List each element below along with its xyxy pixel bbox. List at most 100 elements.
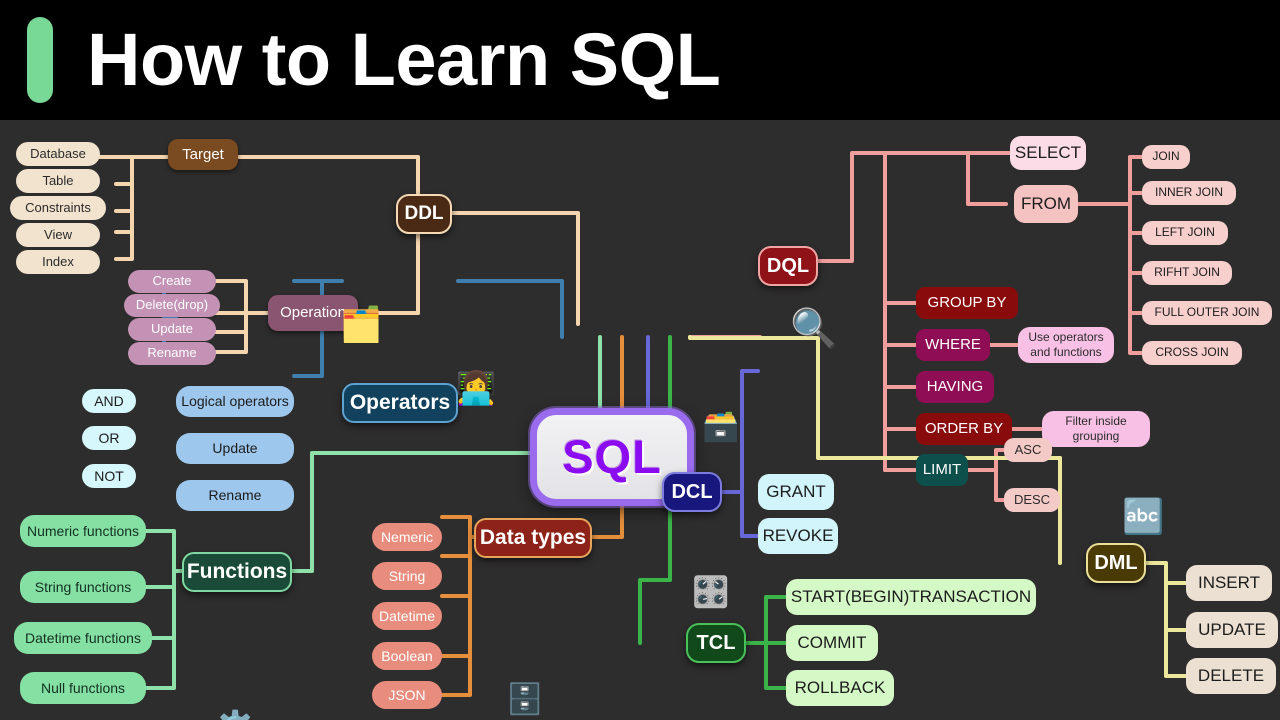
- node-asc[interactable]: ASC: [1004, 438, 1052, 462]
- note-where: Use operators and functions: [1018, 327, 1114, 363]
- branch-dcl[interactable]: DCL: [662, 472, 722, 512]
- node-right-join[interactable]: RIFHT JOIN: [1142, 261, 1232, 285]
- header-accent-bar: [27, 17, 53, 103]
- node-where[interactable]: WHERE: [916, 329, 990, 361]
- node-update-operators[interactable]: Update: [176, 433, 294, 464]
- node-update-operators-label: Update: [212, 440, 258, 457]
- node-grant[interactable]: GRANT: [758, 474, 834, 510]
- branch-dcl-label: DCL: [671, 480, 713, 503]
- node-full-outer-join[interactable]: FULL OUTER JOIN: [1142, 301, 1272, 325]
- settings-sliders-icon: 🎛️: [692, 576, 730, 609]
- gear-chart-wrench-icon: ⚙️: [214, 712, 256, 720]
- node-view[interactable]: View: [16, 223, 100, 247]
- node-constraints-label: Constraints: [25, 199, 91, 215]
- node-rename-operators[interactable]: Rename: [176, 480, 294, 511]
- two-people-laptop-icon: 👩‍💻: [456, 370, 496, 406]
- node-table[interactable]: Table: [16, 169, 100, 193]
- node-logical-operators-label: Logical operators: [181, 393, 289, 410]
- node-from-label: FROM: [1020, 194, 1072, 214]
- node-numeric-functions[interactable]: Numeric functions: [20, 515, 146, 547]
- node-delete-drop-label: Delete(drop): [135, 297, 209, 313]
- node-limit[interactable]: LIMIT: [916, 454, 968, 486]
- node-select[interactable]: SELECT: [1010, 136, 1086, 170]
- branch-tcl[interactable]: TCL: [686, 623, 746, 663]
- branch-target[interactable]: Target: [168, 139, 238, 170]
- node-full-outer-join-label: FULL OUTER JOIN: [1154, 305, 1260, 320]
- node-not[interactable]: NOT: [82, 464, 136, 488]
- node-datetime-type-label: Datetime: [378, 607, 436, 624]
- node-datetime-functions[interactable]: Datetime functions: [14, 622, 152, 654]
- node-database-label: Database: [30, 145, 86, 161]
- node-logical-operators[interactable]: Logical operators: [176, 386, 294, 417]
- node-create[interactable]: Create: [128, 270, 216, 293]
- node-left-join-label: LEFT JOIN: [1155, 225, 1215, 240]
- node-numeric-type-label: Nemeric: [380, 528, 434, 545]
- node-cross-join[interactable]: CROSS JOIN: [1142, 341, 1242, 365]
- magnifier-icon: 🔍: [790, 308, 838, 350]
- node-index-label: Index: [42, 253, 74, 269]
- node-delete-dml[interactable]: DELETE: [1186, 658, 1276, 694]
- node-json-type[interactable]: JSON: [372, 681, 442, 709]
- branch-dml[interactable]: DML: [1086, 543, 1146, 583]
- node-revoke[interactable]: REVOKE: [758, 518, 838, 554]
- node-create-label: Create: [152, 273, 192, 289]
- node-update-op[interactable]: Update: [128, 318, 216, 341]
- branch-datatypes[interactable]: Data types: [474, 518, 592, 558]
- node-view-label: View: [44, 226, 72, 242]
- node-rollback[interactable]: ROLLBACK: [786, 670, 894, 706]
- node-or-label: OR: [98, 429, 120, 446]
- branch-dql[interactable]: DQL: [758, 246, 818, 286]
- branch-ddl[interactable]: DDL: [396, 194, 452, 234]
- node-revoke-label: REVOKE: [762, 526, 834, 546]
- branch-operators[interactable]: Operators: [342, 383, 458, 423]
- node-null-functions[interactable]: Null functions: [20, 672, 146, 704]
- person-abc-gear-icon: 🔤: [1122, 498, 1165, 536]
- node-order-by[interactable]: ORDER BY: [916, 413, 1012, 445]
- node-delete-dml-label: DELETE: [1197, 666, 1265, 686]
- node-index[interactable]: Index: [16, 250, 100, 274]
- node-datetime-type[interactable]: Datetime: [372, 602, 442, 630]
- node-commit[interactable]: COMMIT: [786, 625, 878, 661]
- node-database[interactable]: Database: [16, 142, 100, 166]
- node-insert[interactable]: INSERT: [1186, 565, 1272, 601]
- note-where-text: Use operators and functions: [1028, 330, 1104, 359]
- node-update-op-label: Update: [151, 321, 193, 337]
- node-from[interactable]: FROM: [1014, 185, 1078, 223]
- node-cross-join-label: CROSS JOIN: [1155, 345, 1229, 360]
- node-group-by[interactable]: GROUP BY: [916, 287, 1018, 319]
- node-select-label: SELECT: [1014, 143, 1082, 163]
- node-and[interactable]: AND: [82, 389, 136, 413]
- node-insert-label: INSERT: [1197, 573, 1261, 593]
- node-boolean-type[interactable]: Boolean: [372, 642, 442, 670]
- root-node-label: SQL: [562, 429, 662, 483]
- node-update-dml-label: UPDATE: [1198, 620, 1266, 640]
- branch-operators-label: Operators: [349, 390, 451, 414]
- node-string-functions[interactable]: String functions: [20, 571, 146, 603]
- node-not-label: NOT: [94, 467, 124, 484]
- branch-dml-label: DML: [1094, 551, 1138, 574]
- node-join[interactable]: JOIN: [1142, 145, 1190, 169]
- branch-tcl-label: TCL: [696, 631, 736, 654]
- node-constraints[interactable]: Constraints: [10, 196, 106, 220]
- node-order-by-label: ORDER BY: [924, 420, 1004, 438]
- node-having[interactable]: HAVING: [916, 371, 994, 403]
- node-delete-drop[interactable]: Delete(drop): [124, 294, 220, 317]
- page-header: How to Learn SQL: [0, 0, 1280, 120]
- node-left-join[interactable]: LEFT JOIN: [1142, 221, 1228, 245]
- node-inner-join-label: INNER JOIN: [1154, 185, 1223, 200]
- node-rename-op-label: Rename: [147, 345, 197, 361]
- node-numeric-type[interactable]: Nemeric: [372, 523, 442, 551]
- node-update-dml[interactable]: UPDATE: [1186, 612, 1278, 648]
- branch-dql-label: DQL: [766, 254, 810, 277]
- node-or[interactable]: OR: [82, 426, 136, 450]
- folder-org-chart-icon: 🗃️: [702, 410, 740, 443]
- node-string-functions-label: String functions: [34, 578, 132, 595]
- node-rename-op[interactable]: Rename: [128, 342, 216, 365]
- node-right-join-label: RIFHT JOIN: [1154, 265, 1220, 280]
- node-desc[interactable]: DESC: [1004, 488, 1060, 512]
- branch-target-label: Target: [182, 145, 224, 163]
- branch-functions[interactable]: Functions: [182, 552, 292, 592]
- node-start-transaction[interactable]: START(BEGIN)TRANSACTION: [786, 579, 1036, 615]
- node-inner-join[interactable]: INNER JOIN: [1142, 181, 1236, 205]
- node-string-type[interactable]: String: [372, 562, 442, 590]
